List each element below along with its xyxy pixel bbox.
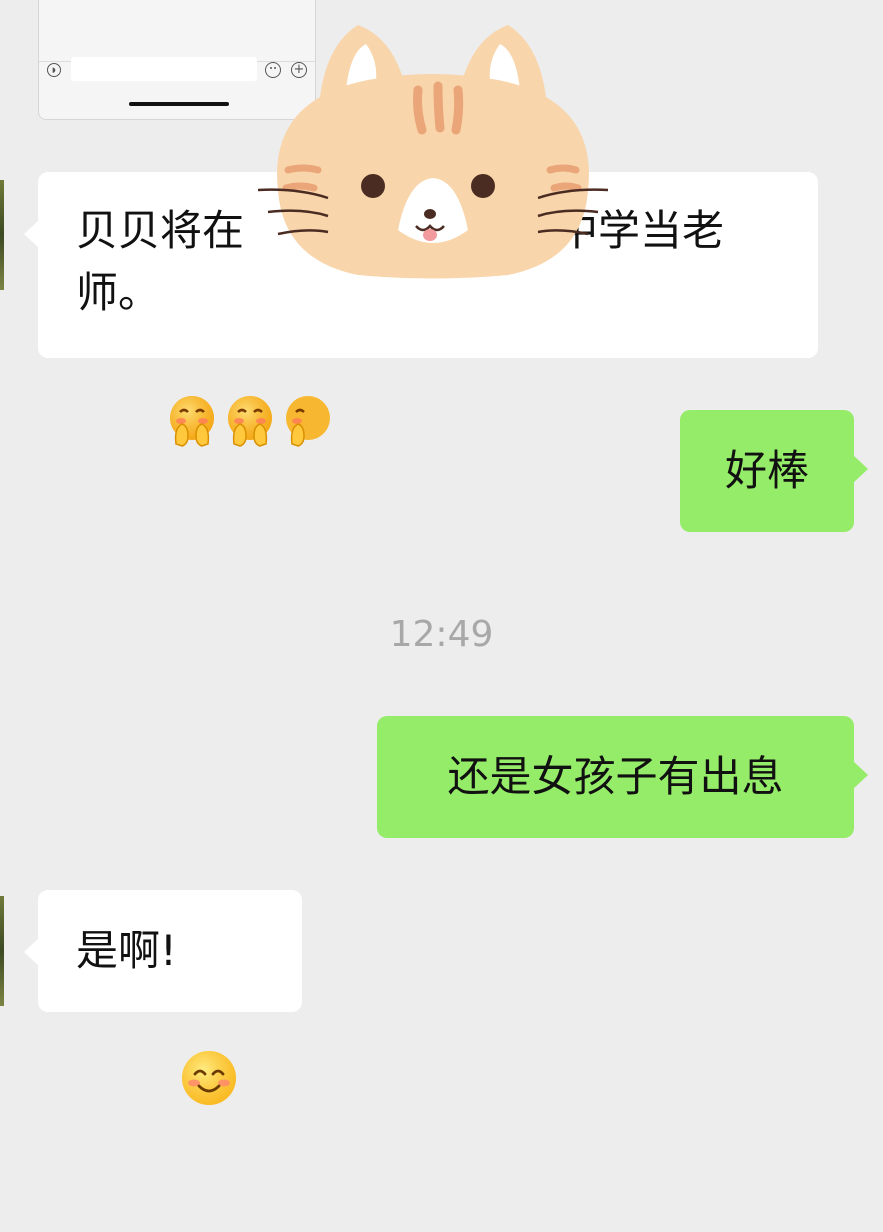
avatar-edge[interactable]	[0, 896, 4, 1006]
covering-mouth-smile-emoji	[278, 268, 334, 447]
chat-timestamp: 12:49	[389, 614, 494, 655]
message-bubble-incoming[interactable]: 是啊!	[24, 890, 302, 1105]
message-text: 贝贝将在 中学当老	[76, 206, 725, 255]
message-text-line: 师。	[76, 262, 780, 447]
message-bubble-outgoing[interactable]: 好棒	[680, 410, 868, 532]
home-indicator	[129, 102, 229, 106]
quoted-input-field	[71, 57, 257, 81]
message-text: 好棒	[724, 446, 809, 495]
smiling-blush-emoji	[179, 924, 239, 1105]
covering-mouth-smile-emoji	[162, 268, 218, 447]
emoji-face-icon	[265, 62, 281, 78]
message-bubble-outgoing[interactable]: 还是女孩子有出息	[377, 716, 868, 838]
message-text: 还是女孩子有出息	[447, 752, 784, 801]
voice-icon: ◗	[47, 63, 61, 77]
message-bubble-incoming[interactable]: 贝贝将在 中学当老 师。	[24, 172, 818, 447]
covering-mouth-smile-emoji	[220, 268, 276, 447]
avatar-edge[interactable]	[0, 180, 4, 290]
quoted-screenshot-card[interactable]: ◗ +	[38, 0, 316, 120]
plus-circle-icon: +	[291, 62, 307, 78]
message-text: 是啊!	[76, 920, 302, 1105]
